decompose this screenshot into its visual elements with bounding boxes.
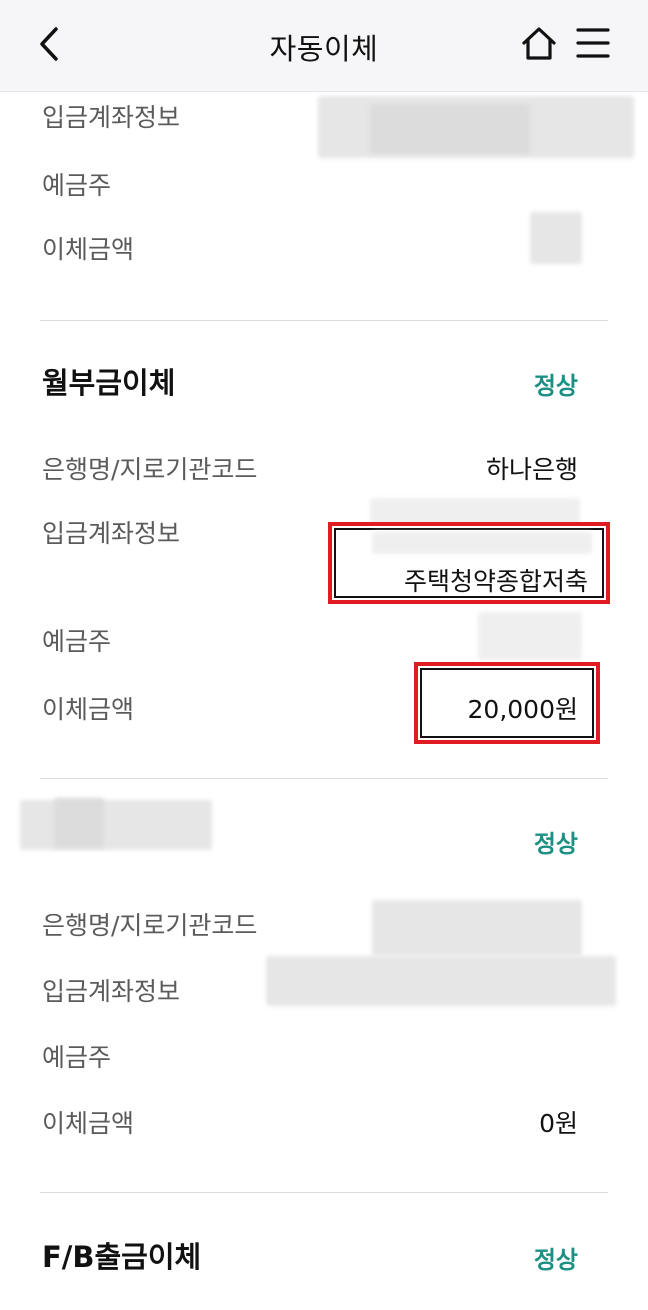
- bank-value: 하나은행: [485, 455, 578, 484]
- section-divider: [40, 1192, 608, 1193]
- redacted-block: [54, 798, 104, 848]
- account-product-value: 주택청약종합저축: [403, 567, 588, 596]
- holder-label: 예금주: [42, 627, 112, 656]
- status-badge: 정상: [533, 372, 578, 400]
- bank-label: 은행명/지로기관코드: [42, 911, 258, 940]
- holder-label: 예금주: [42, 171, 112, 200]
- highlight-box-account: 주택청약종합저축: [328, 522, 610, 604]
- home-icon[interactable]: [520, 24, 558, 62]
- top-app-bar: 자동이체: [0, 0, 648, 92]
- bank-label: 은행명/지로기관코드: [42, 455, 258, 484]
- amount-label: 이체금액: [42, 695, 135, 724]
- account-info-label: 입금계좌정보: [42, 977, 181, 1006]
- section-title: F/B출금이체: [42, 1240, 202, 1274]
- redacted-holder: [478, 612, 582, 660]
- amount-label: 이체금액: [42, 235, 135, 264]
- hamburger-menu-icon[interactable]: [576, 26, 610, 60]
- status-badge: 정상: [533, 830, 578, 858]
- amount-value: 0원: [539, 1109, 578, 1138]
- section-divider: [40, 778, 608, 779]
- redacted-account-number-inner: [372, 532, 592, 554]
- status-badge: 정상: [533, 1246, 578, 1274]
- section-divider: [40, 320, 608, 321]
- redacted-amount: [530, 212, 582, 264]
- account-info-label: 입금계좌정보: [42, 519, 181, 548]
- holder-label: 예금주: [42, 1043, 112, 1072]
- redacted-bank: [372, 900, 582, 956]
- highlight-box-amount: 20,000원: [414, 662, 600, 744]
- redacted-account-info: [266, 956, 616, 1006]
- section-title: 월부금이체: [42, 366, 176, 400]
- amount-value: 20,000원: [467, 695, 578, 724]
- redacted-block: [370, 104, 530, 154]
- amount-label: 이체금액: [42, 1109, 135, 1138]
- redacted-section-title: [20, 800, 212, 850]
- account-info-label: 입금계좌정보: [42, 103, 181, 132]
